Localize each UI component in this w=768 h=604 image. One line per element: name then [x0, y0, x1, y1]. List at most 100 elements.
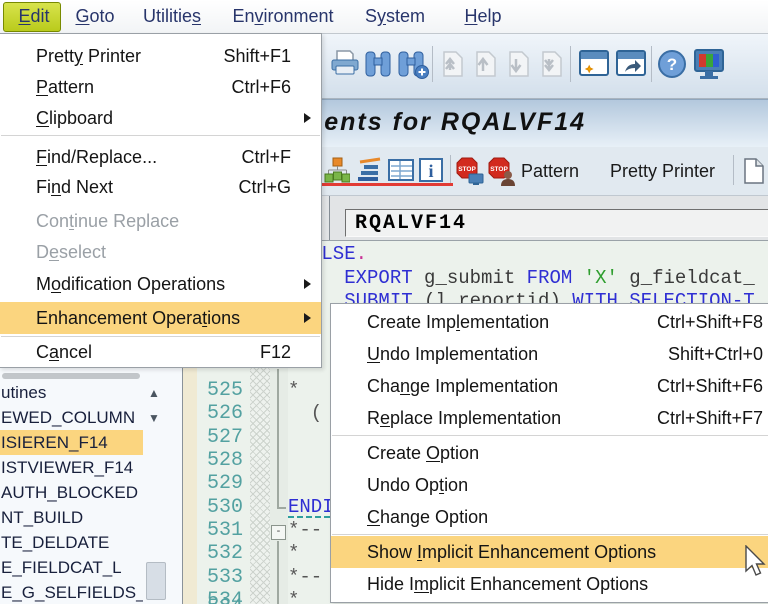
menu-separator — [332, 435, 768, 436]
vertical-scrollbar-thumb[interactable] — [146, 562, 166, 600]
screen-title: ments for RQALVF14 — [300, 108, 587, 136]
menu-item-modification-operations[interactable]: Modification Operations — [0, 269, 321, 299]
fold-bracket-line — [277, 541, 279, 604]
edit-dropdown-menu: Pretty Printer Shift+F1 Pattern Ctrl+F6 Cl… — [0, 33, 322, 368]
stop-user-icon[interactable]: STOP — [488, 157, 518, 187]
program-name-field[interactable]: RQALVF14 — [345, 209, 768, 237]
hierarchy-icon[interactable] — [324, 157, 350, 183]
line-number: 525 — [206, 379, 243, 402]
menubar: Edit Goto Utilities Environment System H… — [0, 0, 768, 34]
content-left-border — [329, 195, 330, 240]
toolbar-separator — [432, 46, 433, 82]
menu-item-hide-implicit-enhancement-options[interactable]: Hide Implicit Enhancement Options — [331, 568, 768, 600]
object-navigator-list[interactable]: utines EWED_COLUMN ISIEREN_F14 ISTVIEWER… — [0, 367, 183, 604]
menu-edit[interactable]: Edit — [10, 0, 58, 33]
line-number: 531 — [206, 519, 243, 542]
code-line: EXPORT g_submit FROM 'X' g_fieldcat_ — [344, 267, 755, 289]
menu-item-create-implementation[interactable]: Create Implementation Ctrl+Shift+F8 — [331, 306, 768, 338]
menu-item-find-replace[interactable]: Find/Replace... Ctrl+F — [0, 142, 321, 172]
info-icon[interactable]: i — [418, 157, 444, 183]
new-page-icon[interactable] — [742, 157, 766, 185]
code-fragment: * — [288, 542, 300, 564]
menu-item-show-implicit-enhancement-options[interactable]: Show Implicit Enhancement Options — [331, 536, 768, 568]
pattern-button[interactable]: Pattern — [521, 147, 579, 195]
list-item[interactable]: EWED_COLUMN — [0, 405, 143, 430]
collapse-block-button[interactable]: - — [271, 525, 286, 540]
menu-item-undo-option[interactable]: Undo Option — [331, 469, 768, 501]
line-number: 527 — [206, 426, 243, 449]
list-item[interactable]: E_FIELDCAT_L — [0, 555, 143, 580]
menu-goto[interactable]: Goto — [73, 0, 117, 33]
menu-item-pretty-printer[interactable]: Pretty Printer Shift+F1 — [0, 41, 321, 71]
menu-item-undo-implementation[interactable]: Undo Implementation Shift+Ctrl+0 — [331, 338, 768, 370]
pretty-printer-button[interactable]: Pretty Printer — [610, 147, 715, 195]
mouse-cursor — [745, 545, 766, 576]
menu-item-find-next[interactable]: Find Next Ctrl+G — [0, 172, 321, 202]
line-number: 526 — [206, 402, 243, 425]
list-item[interactable]: E_G_SELFIELDS_ — [0, 580, 143, 604]
list-item[interactable]: AUTH_BLOCKED — [0, 480, 143, 505]
previous-page-icon[interactable] — [471, 48, 499, 80]
new-session-icon[interactable] — [577, 48, 611, 80]
find-next-icon[interactable] — [397, 48, 429, 80]
menu-item-clipboard[interactable]: Clipboard — [0, 103, 321, 133]
last-page-icon[interactable] — [537, 48, 565, 80]
sap-gui-window: RQALVF14 524 525 526 527 528 529 530 531… — [0, 0, 768, 604]
menu-environment[interactable]: Environment — [231, 0, 335, 33]
list-item[interactable]: ISTVIEWER_F14 — [0, 455, 143, 480]
help-icon[interactable]: ? — [656, 48, 688, 80]
line-number: 529 — [206, 472, 243, 495]
code-fragment: * — [288, 589, 300, 604]
menu-item-continue-replace[interactable]: Continue Replace — [0, 206, 321, 236]
menu-help[interactable]: Help — [462, 0, 504, 33]
menu-item-pattern[interactable]: Pattern Ctrl+F6 — [0, 72, 321, 102]
first-page-icon[interactable] — [438, 48, 466, 80]
menu-item-create-option[interactable]: Create Option — [331, 437, 768, 469]
customize-local-layout-icon[interactable] — [692, 48, 726, 82]
scroll-down-icon[interactable]: ▼ — [146, 410, 162, 426]
menu-separator — [332, 534, 768, 535]
create-shortcut-icon[interactable] — [614, 48, 648, 80]
scroll-up-icon[interactable]: ▲ — [146, 385, 162, 401]
menu-system[interactable]: System — [362, 0, 428, 33]
menu-item-cancel[interactable]: Cancel F12 — [0, 337, 321, 367]
fold-bracket-line — [277, 369, 279, 509]
toolbar-separator — [450, 155, 451, 185]
menu-item-replace-implementation[interactable]: Replace Implementation Ctrl+Shift+F7 — [331, 402, 768, 434]
submenu-arrow-icon — [304, 113, 311, 123]
menu-item-enhancement-operations[interactable]: Enhancement Operations — [0, 302, 321, 334]
list-item[interactable]: NT_BUILD — [0, 505, 143, 530]
submenu-arrow-icon — [304, 279, 311, 289]
svg-text:?: ? — [667, 55, 677, 74]
line-number: 528 — [206, 449, 243, 472]
code-fragment: *-- — [288, 519, 323, 541]
menu-separator — [1, 135, 320, 136]
next-page-icon[interactable] — [504, 48, 532, 80]
menu-utilities[interactable]: Utilities — [142, 0, 202, 33]
line-number: 530 — [206, 496, 243, 519]
find-icon[interactable] — [364, 48, 392, 80]
panel-splitter[interactable] — [183, 367, 197, 604]
code-fragment: * — [288, 379, 300, 401]
print-icon[interactable] — [330, 48, 360, 80]
list-item-selected[interactable]: ISIEREN_F14 — [0, 430, 143, 455]
menu-item-change-option[interactable]: Change Option — [331, 501, 768, 533]
enhancement-operations-submenu: Create Implementation Ctrl+Shift+F8 Undo … — [330, 303, 768, 603]
stop-transaction-icon[interactable]: STOP — [456, 157, 486, 187]
table-view-icon[interactable] — [387, 157, 415, 183]
menu-item-deselect[interactable]: Deselect — [0, 237, 321, 267]
list-item[interactable]: TE_DELDATE — [0, 530, 143, 555]
fold-bracket-corner — [277, 507, 286, 509]
horizontal-scrollbar[interactable] — [2, 373, 140, 379]
list-item[interactable]: utines — [0, 380, 143, 405]
sort-icon[interactable] — [356, 157, 384, 183]
code-fragment: ( — [288, 402, 323, 424]
code-fragment: *-- — [288, 566, 323, 588]
toolbar-separator — [651, 46, 652, 82]
toolbar-separator — [570, 46, 571, 82]
line-number: 533 — [206, 566, 243, 589]
enhancement-marker — [288, 516, 330, 518]
menu-item-change-implementation[interactable]: Change Implementation Ctrl+Shift+F6 — [331, 370, 768, 402]
line-number: 534 — [206, 589, 243, 604]
line-number: 532 — [206, 542, 243, 565]
